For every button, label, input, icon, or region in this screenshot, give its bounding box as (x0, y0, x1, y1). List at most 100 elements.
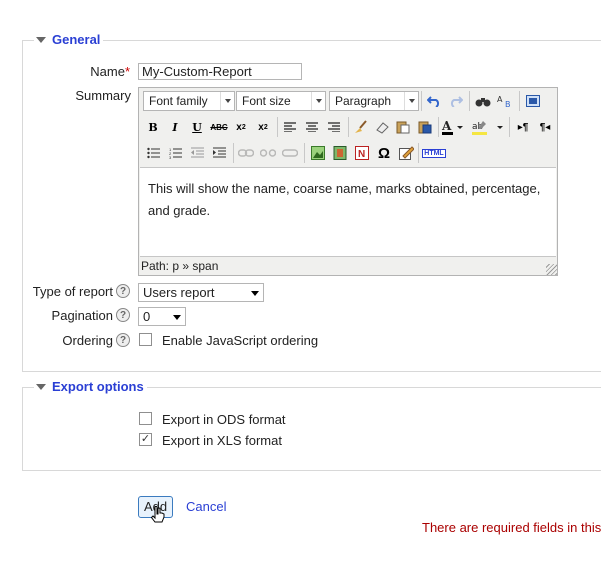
help-icon[interactable]: ? (116, 333, 130, 347)
name-label: Name* (90, 64, 130, 79)
ordering-checkbox[interactable] (139, 333, 152, 346)
chevron-down-icon (311, 92, 325, 110)
media-film-icon (333, 146, 347, 160)
highlight-color-button[interactable]: ab (471, 117, 507, 137)
resize-grip-icon[interactable] (546, 264, 557, 275)
name-input[interactable]: My-Custom-Report (138, 63, 302, 80)
pagination-value: 0 (143, 309, 151, 324)
toolbar-separator (304, 143, 305, 163)
anchor-button[interactable] (280, 143, 300, 163)
undo-icon (427, 96, 440, 107)
summary-label: Summary (75, 88, 131, 103)
text-color-button[interactable]: A (441, 117, 467, 137)
bullet-list-icon (146, 147, 160, 159)
media-button[interactable] (330, 143, 350, 163)
chevron-down-icon (251, 291, 259, 296)
type-of-report-label: Type of report (32, 284, 113, 299)
general-legend[interactable]: General (34, 32, 104, 47)
special-char-button[interactable]: Ω (374, 143, 394, 163)
editor-content-area[interactable]: This will show the name, coarse name, ma… (140, 167, 556, 257)
indent-icon (212, 147, 226, 158)
toolbar-separator (469, 91, 470, 111)
toolbar-separator (438, 117, 439, 137)
link-icon (238, 149, 254, 157)
collapse-triangle-icon (36, 36, 46, 43)
name-input-value: My-Custom-Report (142, 64, 252, 79)
nolink-button[interactable]: N (352, 143, 372, 163)
ordering-label: Ordering (62, 333, 113, 348)
outdent-button[interactable] (187, 143, 207, 163)
italic-button[interactable]: I (165, 117, 185, 137)
svg-text:N: N (358, 149, 365, 160)
required-mark: * (124, 64, 130, 79)
fullscreen-button[interactable] (523, 91, 543, 111)
toolbar-separator (277, 117, 278, 137)
link-button[interactable] (236, 143, 256, 163)
align-left-button[interactable] (280, 117, 300, 137)
cleanup-button[interactable] (351, 117, 371, 137)
editor-content-text: This will show the name, coarse name, ma… (148, 181, 541, 218)
chevron-down-icon (404, 92, 418, 110)
unlink-button[interactable] (258, 143, 278, 163)
bold-button[interactable]: B (143, 117, 163, 137)
replace-button[interactable]: AB (495, 91, 515, 111)
chevron-down-icon (173, 315, 181, 320)
mouse-cursor-icon (150, 506, 165, 523)
edit-html-notepad-button[interactable] (396, 143, 416, 163)
numbered-list-icon: 123 (169, 147, 182, 159)
toolbar-separator (233, 143, 234, 163)
paste-word-button[interactable] (415, 117, 435, 137)
redo-button[interactable] (446, 91, 466, 111)
underline-button[interactable]: U (187, 117, 207, 137)
toolbar-separator (519, 91, 520, 111)
svg-text:3: 3 (169, 155, 172, 159)
image-button[interactable] (308, 143, 328, 163)
font-size-select[interactable]: Font size (236, 91, 326, 111)
align-right-button[interactable] (324, 117, 344, 137)
font-size-value: Font size (242, 94, 291, 108)
export-legend[interactable]: Export options (34, 379, 147, 394)
cancel-link[interactable]: Cancel (186, 499, 226, 514)
eraser-icon (376, 122, 389, 134)
ltr-button[interactable]: ▸¶ (513, 117, 533, 137)
nolink-icon: N (355, 146, 369, 160)
font-family-value: Font family (149, 94, 208, 108)
ods-checkbox[interactable] (139, 412, 152, 425)
align-center-icon (306, 122, 318, 132)
numbered-list-button[interactable]: 123 (165, 143, 185, 163)
help-icon[interactable]: ? (116, 284, 130, 298)
pagination-select[interactable]: 0 (138, 307, 186, 326)
ordering-option-label: Enable JavaScript ordering (162, 333, 319, 348)
type-of-report-select[interactable]: Users report (138, 283, 264, 302)
format-value: Paragraph (335, 94, 392, 108)
find-button[interactable] (473, 91, 493, 111)
svg-text:B: B (505, 100, 511, 108)
find-replace-icon: AB (497, 95, 511, 108)
strikethrough-button[interactable]: ABC (209, 117, 229, 137)
subscript-button[interactable]: x2 (231, 117, 251, 137)
chevron-down-icon (220, 92, 234, 110)
paste-text-button[interactable] (393, 117, 413, 137)
indent-button[interactable] (209, 143, 229, 163)
remove-format-button[interactable] (372, 117, 392, 137)
toolbar-separator (348, 117, 349, 137)
html-source-button[interactable]: HTML (422, 143, 446, 163)
superscript-button[interactable]: x2 (253, 117, 273, 137)
bullet-list-button[interactable] (143, 143, 163, 163)
ods-label: Export in ODS format (162, 412, 286, 427)
editor-path-status: Path: p » span (141, 259, 219, 273)
rtl-button[interactable]: ¶◂ (535, 117, 555, 137)
required-fields-note: There are required fields in this (422, 520, 601, 535)
summary-editor: Font family Font size Paragraph AB B I U… (138, 87, 558, 276)
notepad-pencil-icon (398, 146, 414, 160)
format-select[interactable]: Paragraph (329, 91, 419, 111)
undo-button[interactable] (424, 91, 444, 111)
help-icon[interactable]: ? (116, 308, 130, 322)
font-family-select[interactable]: Font family (143, 91, 235, 111)
toolbar-separator (509, 117, 510, 137)
fullscreen-icon (526, 95, 540, 107)
xls-checkbox[interactable]: ✓ (139, 433, 152, 446)
paste-icon (396, 121, 410, 134)
highlight-icon: ab (472, 121, 503, 135)
align-center-button[interactable] (302, 117, 322, 137)
